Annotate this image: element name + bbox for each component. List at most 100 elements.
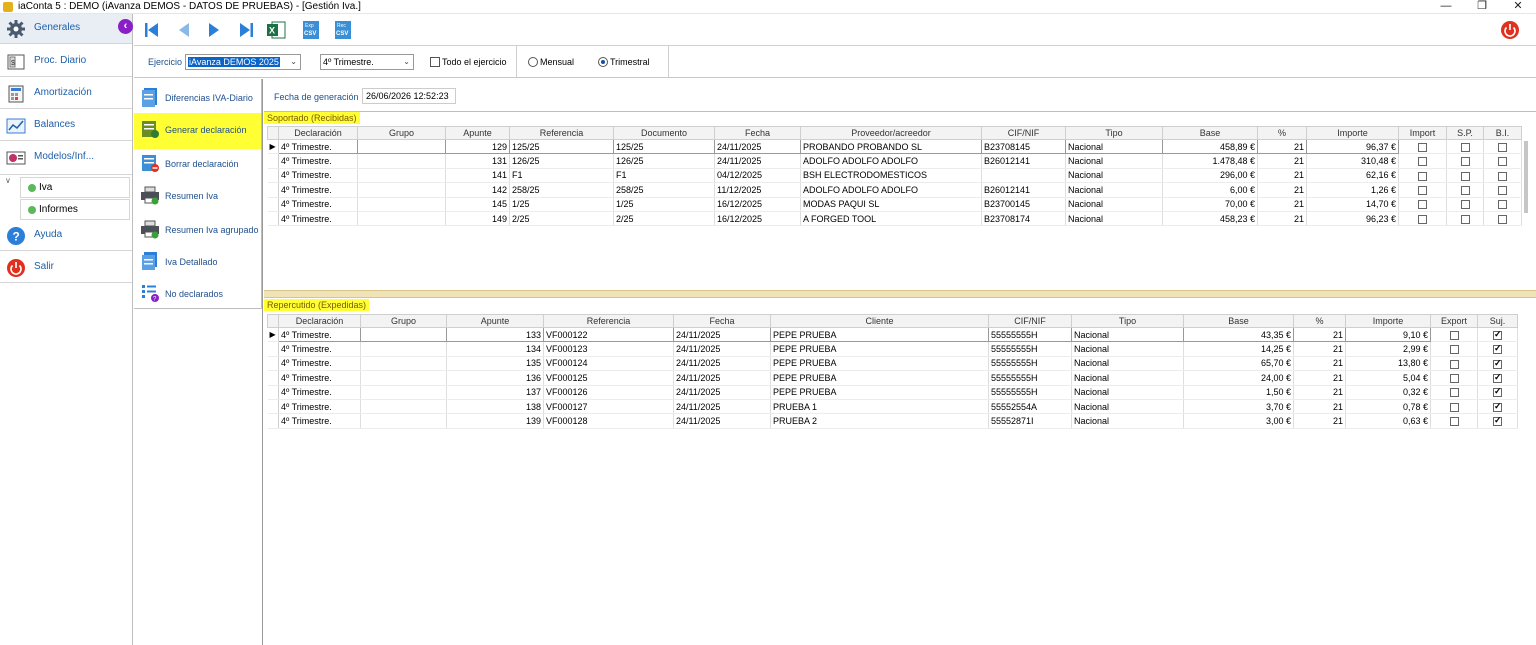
cell-importe[interactable]: 5,04 € — [1345, 370, 1431, 386]
cell-grupo[interactable] — [357, 197, 446, 212]
cell-pct[interactable]: 21 — [1293, 341, 1346, 357]
cell-apunte[interactable]: 149 — [445, 211, 510, 227]
cell-apunte[interactable]: 129 — [445, 138, 510, 155]
cell-decl[interactable]: 4º Trimestre. — [278, 197, 358, 212]
table-row[interactable]: ▶ 4º Trimestre. 129 125/25 125/25 24/11/2025 P… — [267, 138, 1522, 155]
column-header[interactable]: Fecha — [673, 314, 771, 328]
cell-doc[interactable]: F1 — [613, 168, 715, 184]
cell-tipo[interactable]: Nacional — [1065, 168, 1163, 184]
sidebar-item-salir[interactable]: Salir — [0, 253, 132, 283]
bi-checkbox[interactable] — [1498, 157, 1507, 167]
column-header[interactable]: Declaración — [278, 126, 358, 140]
column-header[interactable]: Importe — [1306, 126, 1399, 140]
column-header[interactable]: Tipo — [1065, 126, 1163, 140]
no-declarados-button[interactable]: ? No declarados — [134, 277, 261, 309]
import-checkbox[interactable] — [1418, 200, 1427, 210]
mensual-radio[interactable] — [528, 57, 538, 67]
table-row[interactable]: 4º Trimestre. 138 VF000127 24/11/2025 PRUEBA… — [267, 399, 1518, 415]
bi-checkbox[interactable] — [1498, 200, 1507, 210]
import-checkbox[interactable] — [1418, 142, 1427, 152]
cell-decl[interactable]: 4º Trimestre. — [278, 168, 358, 184]
cell-ref[interactable]: VF000128 — [543, 413, 674, 429]
import-checkbox[interactable] — [1418, 214, 1427, 224]
column-header[interactable]: CIF/NIF — [981, 126, 1066, 140]
sp-checkbox[interactable] — [1460, 157, 1470, 167]
column-header[interactable]: Base — [1162, 126, 1258, 140]
cell-apunte[interactable]: 139 — [446, 413, 544, 429]
cell-cliente[interactable]: PRUEBA 2 — [770, 413, 989, 429]
cell-tipo[interactable]: Nacional — [1071, 399, 1184, 415]
table-row[interactable]: ▶ 4º Trimestre. 133 VF000122 24/11/2025 PEPE … — [267, 326, 1518, 343]
cell-prov[interactable]: A FORGED TOOL — [800, 211, 982, 227]
column-header[interactable]: % — [1293, 314, 1346, 328]
cell-ref[interactable]: VF000122 — [543, 326, 674, 343]
collapse-sidebar-button[interactable]: ‹ — [118, 19, 133, 34]
cell-fecha[interactable]: 16/12/2025 — [714, 197, 801, 212]
cell-fecha[interactable]: 16/12/2025 — [714, 211, 801, 227]
cell-doc[interactable]: 1/25 — [613, 197, 715, 212]
suj-checkbox[interactable] — [1493, 343, 1502, 355]
cell-cliente[interactable]: PEPE PRUEBA — [770, 326, 989, 343]
sp-checkbox[interactable] — [1460, 200, 1470, 210]
cell-pct[interactable]: 21 — [1293, 385, 1346, 400]
cell-importe[interactable]: 13,80 € — [1345, 356, 1431, 372]
cell-tipo[interactable]: Nacional — [1065, 197, 1163, 212]
next-record-icon[interactable] — [204, 20, 224, 40]
borrar-declaracion-button[interactable]: Borrar declaración — [134, 147, 261, 179]
sidebar-sub-item-informes[interactable]: Informes — [20, 199, 130, 220]
maximize-icon[interactable]: ❐ — [1467, 0, 1497, 14]
cell-tipo[interactable]: Nacional — [1065, 138, 1163, 155]
cell-grupo[interactable] — [357, 153, 446, 169]
cell-fecha[interactable]: 24/11/2025 — [714, 153, 801, 169]
column-header[interactable]: CIF/NIF — [988, 314, 1072, 328]
cell-decl[interactable]: 4º Trimestre. — [278, 211, 358, 227]
cell-tipo[interactable]: Nacional — [1065, 211, 1163, 227]
column-header[interactable]: Tipo — [1071, 314, 1184, 328]
cell-fecha[interactable]: 24/11/2025 — [673, 341, 771, 357]
cell-pct[interactable]: 21 — [1293, 399, 1346, 415]
cell-cif[interactable]: 55552554A — [988, 399, 1072, 415]
sidebar-item-amortizacion[interactable]: Amortización — [0, 79, 132, 109]
sp-checkbox[interactable] — [1460, 171, 1470, 181]
column-header[interactable]: Apunte — [446, 314, 544, 328]
cell-decl[interactable]: 4º Trimestre. — [278, 153, 358, 169]
column-header[interactable]: Suj. — [1477, 314, 1518, 328]
cell-cif[interactable]: 55555555H — [988, 356, 1072, 372]
cell-importe[interactable]: 62,16 € — [1306, 168, 1399, 184]
cell-apunte[interactable]: 137 — [446, 385, 544, 400]
cell-ref[interactable]: 1/25 — [509, 197, 614, 212]
cell-cif[interactable]: 55555555H — [988, 370, 1072, 386]
cell-base[interactable]: 43,35 € — [1183, 326, 1294, 343]
generation-date-field[interactable]: 26/06/2026 12:52:23 — [362, 88, 456, 104]
column-header[interactable]: % — [1257, 126, 1307, 140]
iva-detallado-button[interactable]: Iva Detallado — [134, 245, 261, 277]
cell-importe[interactable]: 96,37 € — [1306, 138, 1399, 155]
cell-prov[interactable]: ADOLFO ADOLFO ADOLFO — [800, 153, 982, 169]
cell-importe[interactable]: 14,70 € — [1306, 197, 1399, 212]
csv-import-icon[interactable]: Rec CSV — [333, 20, 353, 40]
suj-checkbox[interactable] — [1493, 372, 1502, 383]
import-checkbox[interactable] — [1418, 171, 1427, 181]
table-row[interactable]: 4º Trimestre. 141 F1 F1 04/12/2025 BSH ELECTR… — [267, 168, 1522, 184]
cell-grupo[interactable] — [357, 211, 446, 227]
cell-ref[interactable]: VF000123 — [543, 341, 674, 357]
cell-grupo[interactable] — [360, 356, 447, 372]
cell-decl[interactable]: 4º Trimestre. — [278, 138, 358, 155]
column-header[interactable]: B.I. — [1483, 126, 1522, 140]
cell-decl[interactable]: 4º Trimestre. — [278, 341, 361, 357]
cell-pct[interactable]: 21 — [1293, 356, 1346, 372]
export-checkbox[interactable] — [1449, 330, 1459, 340]
cell-apunte[interactable]: 136 — [446, 370, 544, 386]
cell-pct[interactable]: 21 — [1293, 326, 1346, 343]
bi-checkbox[interactable] — [1498, 185, 1507, 195]
cell-base[interactable]: 14,25 € — [1183, 341, 1294, 357]
cell-prov[interactable]: ADOLFO ADOLFO ADOLFO — [800, 182, 982, 198]
cell-cif[interactable]: B23700145 — [981, 197, 1066, 212]
cell-cif[interactable]: 55555555H — [988, 341, 1072, 357]
minimize-icon[interactable]: — — [1431, 0, 1461, 14]
cell-pct[interactable]: 21 — [1257, 211, 1307, 227]
cell-tipo[interactable]: Nacional — [1071, 341, 1184, 357]
cell-base[interactable]: 458,89 € — [1162, 138, 1258, 155]
column-header[interactable]: Grupo — [357, 126, 446, 140]
suj-checkbox[interactable] — [1493, 386, 1502, 398]
